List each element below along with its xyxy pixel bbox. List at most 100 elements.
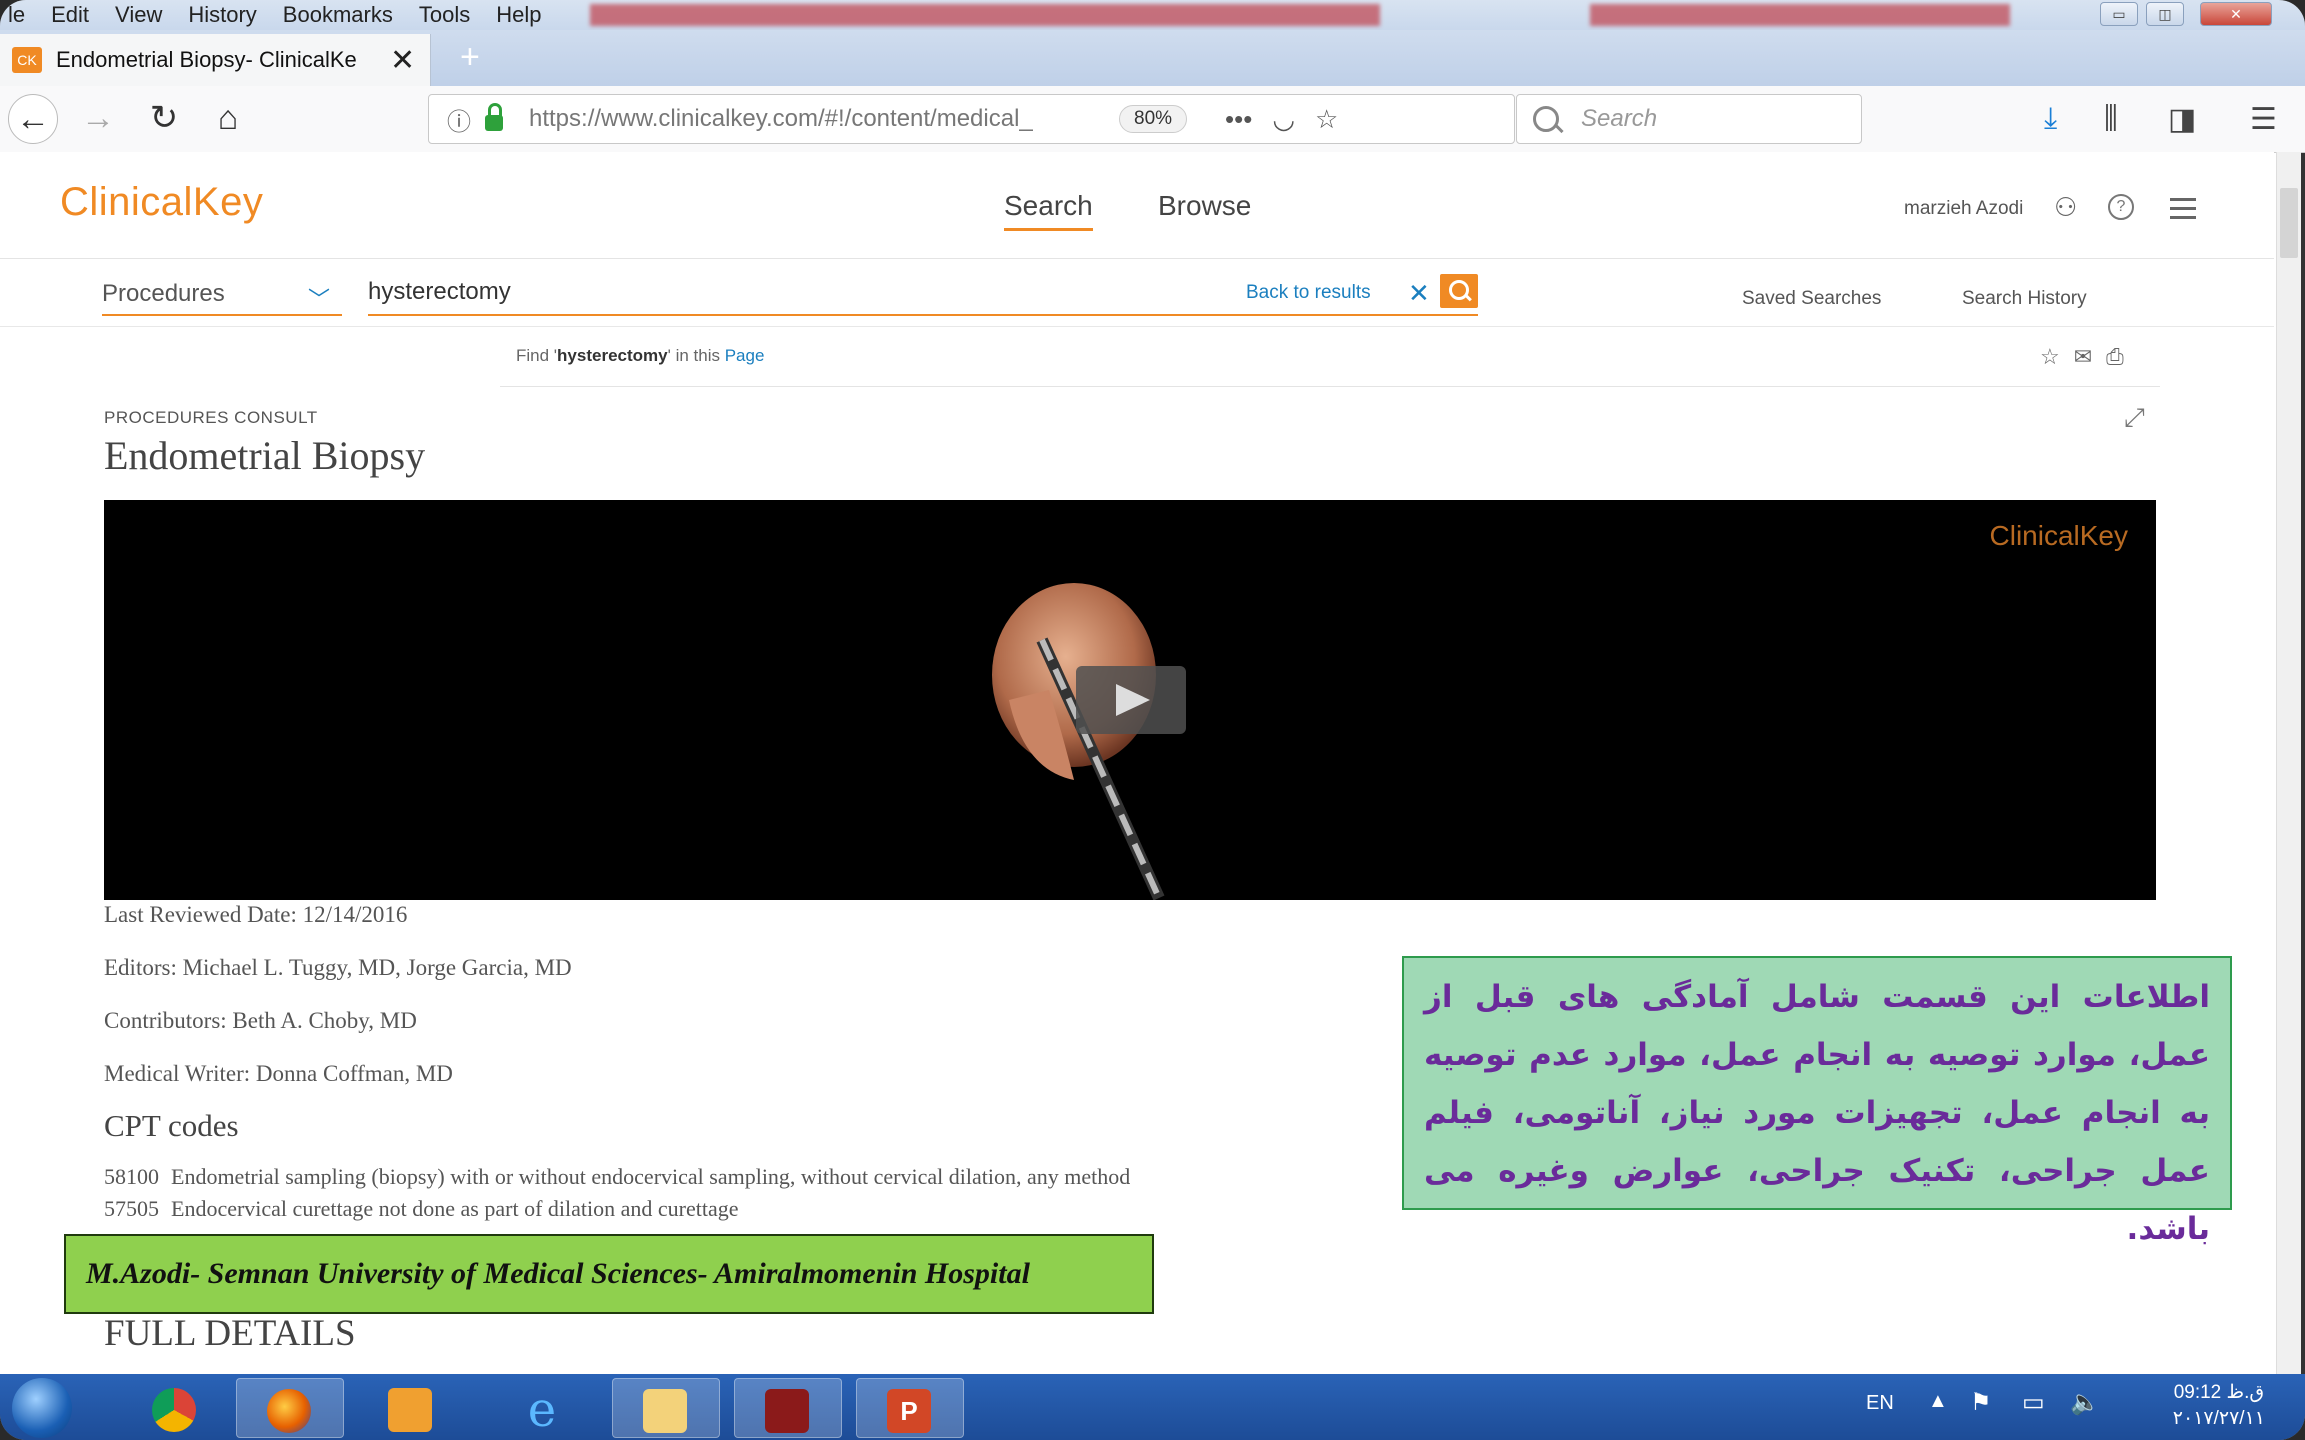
volume-muted-icon[interactable]: 🔈 <box>2070 1388 2100 1417</box>
user-icon[interactable]: ⚇ <box>2054 192 2077 223</box>
system-clock[interactable]: 09:12 ق.ظ ۲۰۱۷/۲۷/۱۱ <box>2173 1380 2265 1432</box>
menu-icon[interactable]: ☰ <box>2250 102 2277 137</box>
language-indicator[interactable]: EN <box>1866 1392 1894 1415</box>
action-center-flag-icon[interactable]: ⚑ <box>1970 1388 1992 1417</box>
menu-view[interactable]: View <box>115 2 162 28</box>
home-button[interactable]: ⌂ <box>204 94 252 142</box>
site-header: ClinicalKey Search Browse marzieh Azodi … <box>0 152 2274 259</box>
blurred-title-region <box>1590 4 2010 26</box>
lock-icon[interactable] <box>485 103 503 131</box>
editors: Editors: Michael L. Tuggy, MD, Jorge Gar… <box>104 955 572 980</box>
credit-banner: M.Azodi- Semnan University of Medical Sc… <box>64 1234 1154 1314</box>
cpt-description: Endometrial sampling (biopsy) with or wi… <box>171 1164 1131 1189</box>
maximize-button[interactable]: ◫ <box>2146 2 2184 26</box>
back-button[interactable]: ← <box>8 94 58 144</box>
internet-explorer-taskbar-button[interactable]: e <box>490 1378 596 1436</box>
chrome-taskbar-button[interactable] <box>122 1378 228 1436</box>
category-select-value: Procedures <box>102 280 225 307</box>
minimize-button[interactable]: ▭ <box>2100 2 2138 26</box>
menu-help[interactable]: Help <box>496 2 541 28</box>
download-icon[interactable]: ⤓ <box>2044 102 2057 136</box>
bookmark-star-icon[interactable]: ☆ <box>1315 104 1338 135</box>
firefox-icon <box>267 1389 311 1433</box>
tab-close-icon[interactable]: ✕ <box>390 43 415 78</box>
nav-browse-tab[interactable]: Browse <box>1158 190 1251 222</box>
url-text[interactable]: https://www.clinicalkey.com/#!/content/m… <box>529 105 1109 133</box>
contributors: Contributors: Beth A. Choby, MD <box>104 1008 417 1033</box>
email-icon[interactable]: ✉ <box>2074 344 2106 369</box>
powerpoint-taskbar-button[interactable]: P <box>856 1378 964 1438</box>
library-icon[interactable]: ⫼ <box>2104 102 2118 136</box>
tab-bar: CK Endometrial Biopsy- ClinicalKe ✕ + <box>0 30 2305 86</box>
find-page-link[interactable]: Page <box>725 346 765 365</box>
clinicalkey-logo[interactable]: ClinicalKey <box>60 180 263 225</box>
print-icon[interactable]: ⎙ <box>2106 344 2138 369</box>
chrome-icon <box>152 1388 196 1432</box>
medical-writer: Medical Writer: Donna Coffman, MD <box>104 1061 453 1086</box>
tab-endometrial-biopsy[interactable]: CK Endometrial Biopsy- ClinicalKe ✕ <box>0 34 431 86</box>
page-title: Endometrial Biopsy <box>104 433 426 478</box>
screen: le Edit View History Bookmarks Tools Hel… <box>0 0 2305 1440</box>
url-bar[interactable]: ⓘ https://www.clinicalkey.com/#!/content… <box>428 94 1515 144</box>
info-icon[interactable]: ⓘ <box>447 102 471 137</box>
internet-explorer-icon: e <box>527 1382 557 1438</box>
close-window-button[interactable]: ✕ <box>2200 2 2272 26</box>
user-name[interactable]: marzieh Azodi <box>1904 198 2023 220</box>
home-icon: ⌂ <box>217 99 239 137</box>
video-player[interactable]: ClinicalKey <box>104 500 2156 900</box>
back-to-results-link[interactable]: Back to results <box>1246 282 1371 304</box>
nav-search-tab[interactable]: Search <box>1004 190 1093 231</box>
start-button-icon[interactable] <box>12 1378 72 1438</box>
menu-bookmarks[interactable]: Bookmarks <box>283 2 393 28</box>
clear-search-icon[interactable]: ✕ <box>1408 278 1430 309</box>
show-hidden-icons-icon[interactable]: ▲ <box>1928 1390 1948 1413</box>
pocket-icon[interactable]: ◡ <box>1272 104 1295 135</box>
scrollbar-thumb[interactable] <box>2280 188 2298 258</box>
clock-date: ۲۰۱۷/۲۷/۱۱ <box>2172 1408 2265 1429</box>
cpt-row: 57505 Endocervical curettage not done as … <box>104 1196 1394 1222</box>
article-category: PROCEDURES CONSULT <box>104 408 318 427</box>
menu-tools[interactable]: Tools <box>419 2 470 28</box>
acrobat-taskbar-button[interactable] <box>734 1378 842 1438</box>
query-value: hysterectomy <box>368 278 511 305</box>
menu-file[interactable]: le <box>8 2 25 28</box>
sidebar-icon[interactable]: ◨ <box>2168 102 2196 137</box>
forward-button[interactable]: → <box>74 94 122 142</box>
powerpoint-icon: P <box>887 1389 931 1433</box>
more-icon[interactable]: ••• <box>1225 104 1252 135</box>
media-player-icon <box>388 1388 432 1432</box>
expand-icon[interactable]: ⤢ <box>2124 402 2145 434</box>
menu-bar: le Edit View History Bookmarks Tools Hel… <box>0 0 2305 30</box>
play-icon[interactable] <box>1076 666 1186 734</box>
search-submit-button[interactable] <box>1440 274 1478 308</box>
cpt-row: 58100 Endometrial sampling (biopsy) with … <box>104 1164 1394 1190</box>
page-scrollbar[interactable] <box>2276 152 2301 1374</box>
article-tools: ☆✉⎙ <box>2040 344 2138 370</box>
video-watermark-logo: ClinicalKey <box>1989 520 2129 551</box>
hamburger-menu-icon[interactable] <box>2170 198 2196 225</box>
star-icon[interactable]: ☆ <box>2040 344 2074 369</box>
help-icon[interactable]: ? <box>2108 194 2134 220</box>
folder-icon <box>643 1389 687 1433</box>
file-explorer-taskbar-button[interactable] <box>612 1378 720 1438</box>
firefox-taskbar-button[interactable] <box>236 1378 344 1438</box>
reload-icon: ↻ <box>149 99 179 137</box>
cpt-code: 58100 <box>104 1164 159 1189</box>
chevron-down-icon: ﹀ <box>307 287 330 312</box>
search-history-link[interactable]: Search History <box>1962 288 2087 310</box>
menu-history[interactable]: History <box>188 2 256 28</box>
search-row: Procedures ﹀ hysterectomy Back to result… <box>0 258 2274 327</box>
network-icon[interactable]: ▭ <box>2022 1388 2045 1417</box>
search-input[interactable]: Search <box>1516 94 1862 144</box>
saved-searches-link[interactable]: Saved Searches <box>1742 288 1881 310</box>
media-player-taskbar-button[interactable] <box>358 1378 464 1436</box>
category-select[interactable]: Procedures ﹀ <box>102 280 342 316</box>
zoom-indicator[interactable]: 80% <box>1119 105 1188 133</box>
new-tab-button[interactable]: + <box>460 38 480 77</box>
reload-button[interactable]: ↻ <box>140 94 188 142</box>
menu-edit[interactable]: Edit <box>51 2 89 28</box>
divider <box>500 386 2160 387</box>
credit-text: M.Azodi- Semnan University of Medical Sc… <box>86 1257 1030 1290</box>
persian-note-text: اطلاعات این قسمت شامل آمادگی های قبل از … <box>1424 979 2210 1247</box>
forward-icon: → <box>81 99 115 137</box>
